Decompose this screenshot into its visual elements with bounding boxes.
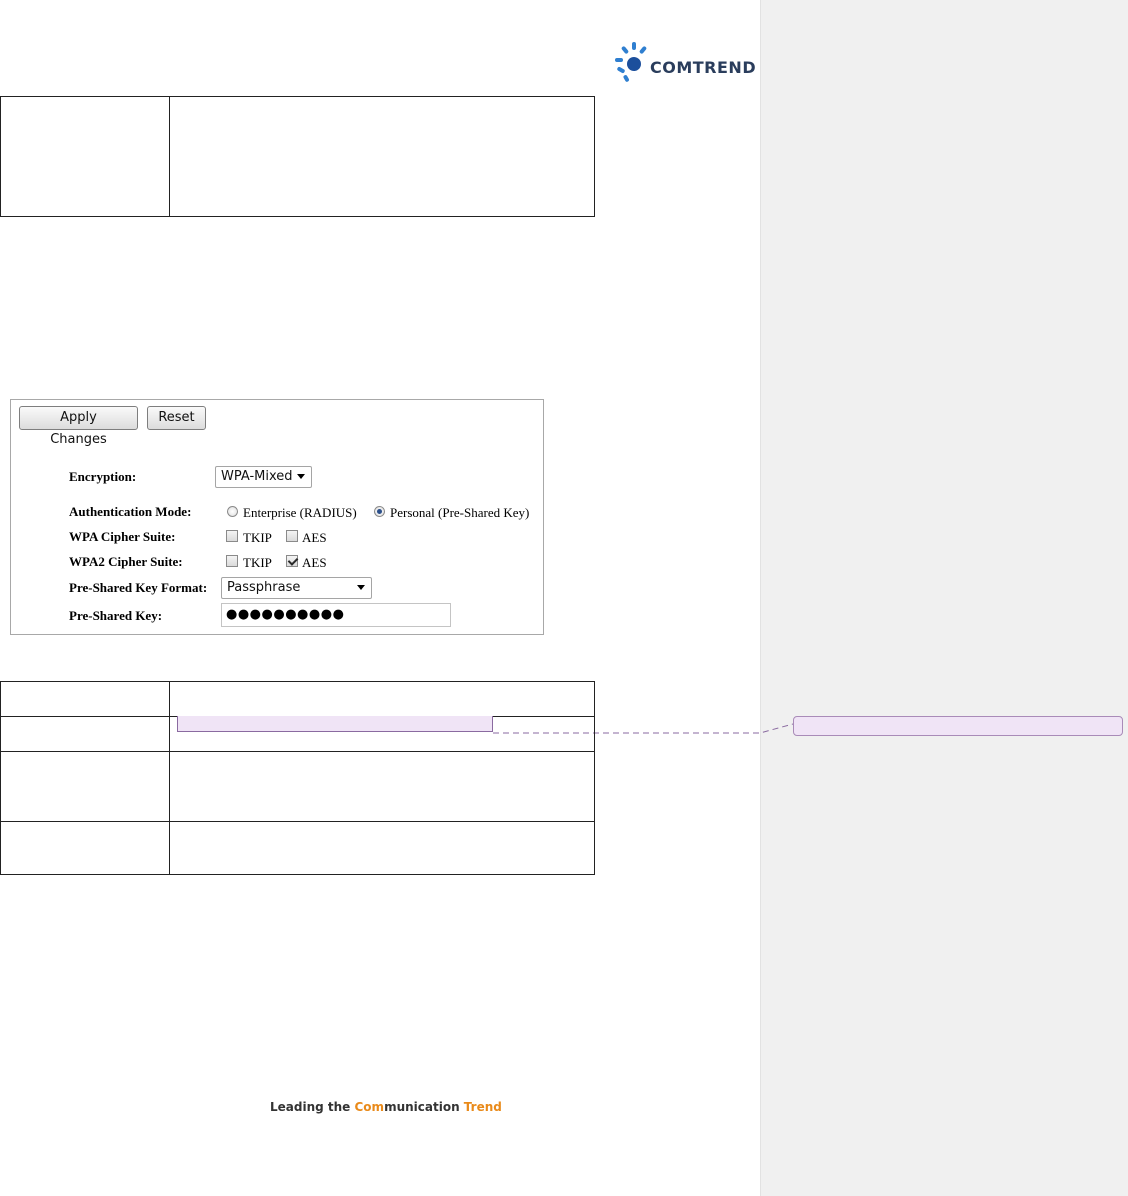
logo-text: COMTREND [650, 58, 757, 77]
table-cell [0, 681, 170, 717]
table-row [0, 96, 595, 217]
wpa2-aes-checkbox[interactable] [286, 555, 298, 567]
footer-text-a: Leading the [270, 1100, 355, 1114]
description-table-top [0, 96, 595, 217]
sunburst-logo-icon [615, 42, 647, 82]
table-cell [0, 716, 170, 752]
psk-format-label: Pre-Shared Key Format: [69, 580, 208, 595]
comment-pane [760, 0, 1128, 1196]
table-cell [169, 751, 595, 822]
table-cell [0, 96, 170, 217]
reset-button[interactable]: Reset [147, 406, 206, 430]
table-cell [169, 821, 595, 875]
table-cell [0, 821, 170, 875]
wpa2-tkip-checkbox[interactable] [226, 555, 238, 567]
auth-enterprise-label: Enterprise (RADIUS) [243, 505, 357, 520]
encryption-select[interactable]: WPA-Mixed [215, 466, 312, 488]
wpa2-tkip-label: TKIP [243, 555, 272, 570]
wpa2-cipher-label: WPA2 Cipher Suite: [69, 554, 183, 569]
table-cell [0, 751, 170, 822]
wireless-security-panel: Apply Changes Reset Encryption: WPA-Mixe… [10, 399, 544, 635]
wpa-tkip-checkbox[interactable] [226, 530, 238, 542]
apply-changes-button[interactable]: Apply Changes [19, 406, 138, 447]
table-row [0, 751, 595, 822]
psk-label: Pre-Shared Key: [69, 608, 163, 623]
footer-accent-a: Com [354, 1100, 385, 1114]
auth-personal-label: Personal (Pre-Shared Key) [390, 505, 530, 520]
wpa-cipher-label: WPA Cipher Suite: [69, 529, 176, 544]
wpa-aes-checkbox[interactable] [286, 530, 298, 542]
psk-input[interactable]: ●●●●●●●●●● [221, 603, 451, 627]
table-cell [169, 681, 595, 717]
table-cell [169, 96, 595, 217]
psk-format-select[interactable]: Passphrase [221, 577, 372, 599]
chevron-down-icon [297, 474, 305, 479]
comment-highlight[interactable] [177, 716, 493, 732]
psk-format-selected-value: Passphrase [227, 580, 301, 595]
wpa-aes-label: AES [302, 530, 327, 545]
encryption-selected-value: WPA-Mixed [221, 469, 293, 484]
table-row [0, 821, 595, 875]
table-row [0, 681, 595, 717]
description-table-bottom [0, 681, 595, 875]
footer-tagline: Leading the Communication Trend [270, 1100, 502, 1114]
auth-enterprise-radio[interactable] [227, 506, 238, 517]
footer-accent-b: Trend [463, 1100, 502, 1114]
auth-personal-radio[interactable] [374, 506, 385, 517]
encryption-label: Encryption: [69, 469, 137, 484]
auth-mode-label: Authentication Mode: [69, 504, 192, 519]
wpa-tkip-label: TKIP [243, 530, 272, 545]
wpa2-aes-label: AES [302, 555, 327, 570]
comtrend-logo: COMTREND [612, 38, 762, 84]
footer-text-b: munication [384, 1100, 464, 1114]
comment-balloon[interactable] [793, 716, 1123, 736]
chevron-down-icon [357, 585, 365, 590]
